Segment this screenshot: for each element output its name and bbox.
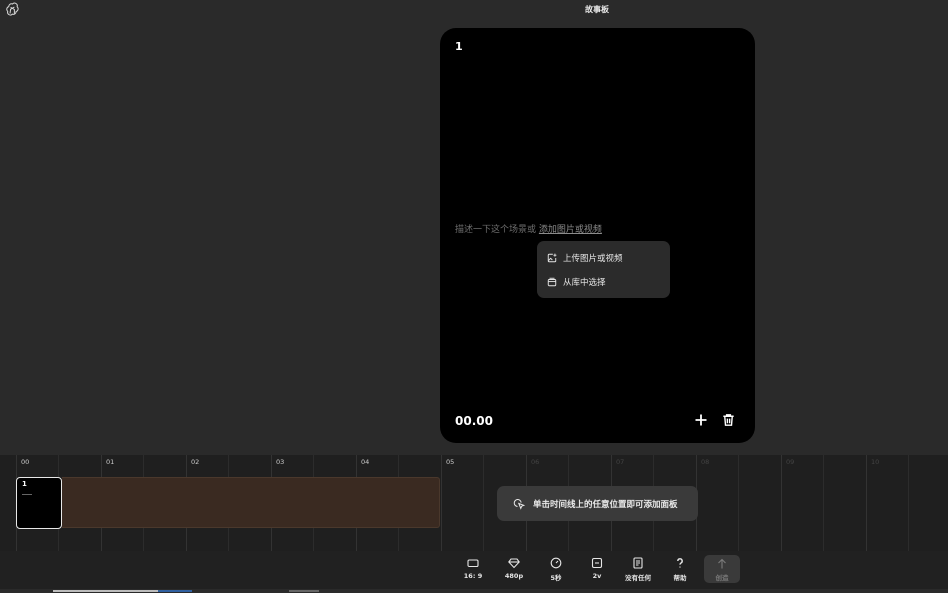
- tool-label: 2v: [592, 572, 602, 580]
- create-button[interactable]: 创造: [704, 555, 740, 583]
- timeline-label: 04: [361, 458, 370, 466]
- timeline-label: 01: [106, 458, 115, 466]
- variations-button[interactable]: 2v: [579, 557, 615, 580]
- timeline-label: 10: [871, 458, 880, 466]
- timeline-tick: [738, 455, 739, 551]
- strip-segment: [289, 590, 319, 592]
- tool-label: 创造: [715, 574, 729, 582]
- timeline-label: 09: [786, 458, 795, 466]
- upload-media-icon: [547, 253, 557, 263]
- library-icon: [547, 277, 557, 287]
- clip-duration-track[interactable]: [62, 477, 440, 528]
- bottom-toolbar: 16: 9 480p 5秒 2v 没有任何 帮助 创造: [0, 551, 948, 589]
- card-index: 1: [455, 40, 463, 53]
- menu-item-label: 上传图片或视频: [563, 254, 623, 264]
- aspect-ratio-button[interactable]: 16: 9: [455, 557, 491, 580]
- timeline-label: 00: [21, 458, 30, 466]
- clip-index: 1: [22, 480, 27, 488]
- arrow-up-icon: [718, 558, 726, 569]
- menu-item-label: 从库中选择: [563, 278, 606, 288]
- tool-label: 16: 9: [463, 572, 483, 580]
- timeline-label: 03: [276, 458, 285, 466]
- timeline-label: 06: [531, 458, 540, 466]
- strip-segment: [53, 590, 158, 592]
- storyboard-app: 故事板 1 描述一下这个场景或 添加图片或视频 上传图片或视频 从库中选择 00…: [0, 0, 948, 593]
- scene-prompt[interactable]: 描述一下这个场景或 添加图片或视频: [455, 222, 602, 235]
- timeline-tick: [441, 455, 442, 551]
- preset-icon: [633, 557, 643, 569]
- add-panel-hint: 单击时间线上的任意位置即可添加面板: [497, 486, 698, 521]
- timeline-label: 02: [191, 458, 200, 466]
- hint-text: 单击时间线上的任意位置即可添加面板: [533, 499, 678, 510]
- menu-item-library[interactable]: 从库中选择: [537, 270, 670, 294]
- timeline-tick: [908, 455, 909, 551]
- help-button[interactable]: 帮助: [662, 557, 698, 582]
- clip-thumbnail-line: [22, 494, 32, 495]
- timeline-tick: [823, 455, 824, 551]
- timeline-tick: [483, 455, 484, 551]
- trash-icon[interactable]: [721, 412, 736, 428]
- resolution-icon: [508, 558, 520, 569]
- tap-pointer-icon: [513, 498, 525, 510]
- card-timestamp: 00.00: [455, 414, 493, 428]
- timeline-label: 08: [701, 458, 710, 466]
- aspect-ratio-icon: [467, 559, 479, 568]
- bottom-strip: [0, 589, 948, 593]
- variations-icon: [591, 557, 603, 569]
- duration-icon: [550, 557, 562, 569]
- timeline[interactable]: 00 01 02 03 04 05 06 07 08 09 10 1 单击时间线…: [0, 455, 948, 551]
- plus-icon[interactable]: [693, 412, 709, 428]
- tool-label: 480p: [504, 572, 524, 580]
- page-title: 故事板: [585, 5, 609, 14]
- duration-button[interactable]: 5秒: [538, 557, 574, 582]
- add-media-menu: 上传图片或视频 从库中选择: [537, 241, 670, 298]
- timeline-label: 05: [446, 458, 455, 466]
- preset-button[interactable]: 没有任何: [620, 557, 656, 582]
- timeline-tick: [781, 455, 782, 551]
- prompt-text[interactable]: 描述一下这个场景或: [455, 225, 536, 235]
- tool-label: 5秒: [550, 574, 562, 582]
- timeline-label: 07: [616, 458, 625, 466]
- storyboard-card: 1 描述一下这个场景或 添加图片或视频 上传图片或视频 从库中选择 00.00: [440, 28, 755, 443]
- timeline-clip-thumbnail[interactable]: 1: [16, 477, 62, 529]
- menu-item-upload[interactable]: 上传图片或视频: [537, 246, 670, 270]
- strip-segment: [158, 590, 192, 592]
- help-icon: [677, 558, 683, 568]
- timeline-tick: [866, 455, 867, 551]
- add-media-link[interactable]: 添加图片或视频: [539, 225, 602, 235]
- openai-logo-icon[interactable]: [5, 2, 20, 17]
- resolution-button[interactable]: 480p: [496, 557, 532, 580]
- tool-label: 没有任何: [625, 574, 651, 582]
- tool-label: 帮助: [673, 574, 687, 582]
